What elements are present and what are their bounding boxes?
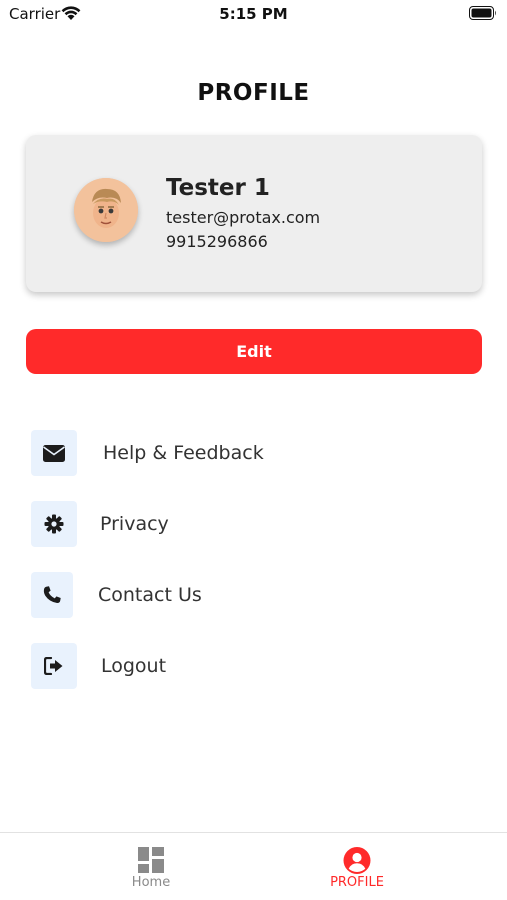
dashboard-icon — [138, 847, 164, 873]
user-name: Tester 1 — [166, 175, 270, 201]
edit-button[interactable]: Edit — [26, 329, 482, 374]
profile-card: Tester 1 tester@protax.com 9915296866 — [26, 135, 482, 292]
page-title: PROFILE — [197, 80, 310, 106]
tab-profile[interactable]: PROFILE — [230, 833, 484, 900]
battery-icon — [469, 6, 496, 20]
menu-icon-box — [31, 643, 77, 689]
menu-icon-box — [31, 430, 77, 476]
menu-item-label: Privacy — [100, 513, 169, 535]
menu-icon-box — [31, 501, 77, 547]
menu-item-privacy[interactable]: Privacy — [31, 501, 481, 549]
menu-icon-box — [31, 572, 73, 618]
menu-item-label: Contact Us — [98, 584, 202, 606]
menu-item-label: Help & Feedback — [103, 442, 264, 464]
menu-item-help-feedback[interactable]: Help & Feedback — [31, 430, 481, 478]
avatar[interactable] — [74, 178, 138, 242]
envelope-icon — [43, 444, 65, 462]
status-time: 5:15 PM — [219, 5, 288, 23]
avatar-face-icon — [74, 178, 138, 242]
status-bar: Carrier 5:15 PM — [0, 0, 507, 30]
user-circle-icon — [343, 847, 371, 874]
tab-profile-label: PROFILE — [330, 875, 384, 890]
user-phone: 9915296866 — [166, 232, 268, 251]
menu-item-contact-us[interactable]: Contact Us — [31, 572, 481, 620]
phone-icon — [43, 586, 61, 604]
bottom-tab-bar: Home PROFILE — [0, 832, 507, 900]
user-email: tester@protax.com — [166, 208, 321, 227]
gear-icon — [44, 514, 64, 534]
logout-icon — [44, 657, 63, 675]
menu-item-logout[interactable]: Logout — [31, 643, 481, 691]
menu-item-label: Logout — [101, 655, 167, 677]
